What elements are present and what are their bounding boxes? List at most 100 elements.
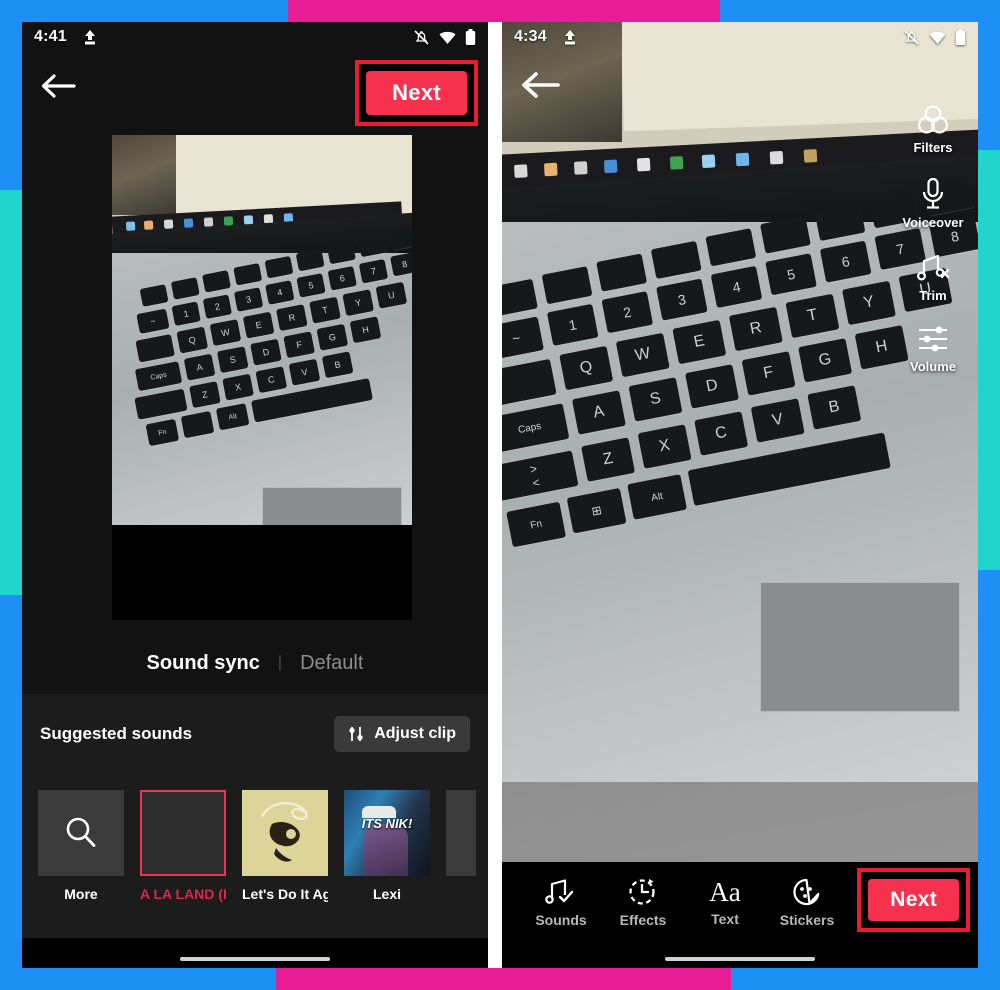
notifications-off-icon xyxy=(413,29,430,46)
sound-item-more[interactable]: More xyxy=(38,790,124,902)
upload-icon xyxy=(83,29,97,45)
frame-stripe-bottom-right xyxy=(731,966,1000,990)
tool-label: Voiceover xyxy=(902,215,964,230)
back-arrow-icon[interactable] xyxy=(38,71,78,101)
laptop-photo: ~ 1 2 3 4 5 6 7 8 Q W E R T Y U Caps A S… xyxy=(112,135,412,525)
microphone-icon xyxy=(918,177,948,211)
upload-icon xyxy=(563,29,577,45)
sound-item-lets-do-it-again[interactable]: Let's Do It Ag xyxy=(242,790,328,902)
frame-stripe-left-top xyxy=(0,0,22,190)
tab-separator: | xyxy=(277,654,283,671)
sound-thumb[interactable]: ITS NIK! xyxy=(344,790,430,876)
frame-stripe-top-right xyxy=(720,0,1000,22)
panel-header: Suggested sounds Adjust clip xyxy=(22,716,488,752)
bottom-tool-sounds[interactable]: Sounds xyxy=(520,877,602,928)
frame-stripe-right-top xyxy=(978,0,1000,150)
bottom-tool-effects[interactable]: Effects xyxy=(602,877,684,928)
tool-volume[interactable]: Volume xyxy=(910,325,956,374)
back-arrow-icon[interactable] xyxy=(518,69,562,101)
album-art-text: ITS NIK! xyxy=(361,816,413,831)
sound-thumb[interactable] xyxy=(140,790,226,876)
suggested-sounds-row: More A LA LAND (I Let's Do It Ag ITS NIK… xyxy=(38,790,476,902)
tool-label: Volume xyxy=(910,359,956,374)
bottom-tool-label: Sounds xyxy=(535,911,587,928)
tool-trim[interactable]: Trim xyxy=(916,252,950,303)
right-status-bar: 4:34 xyxy=(502,22,978,52)
left-video-preview[interactable]: ~ 1 2 3 4 5 6 7 8 Q W E R T Y U Caps A S… xyxy=(112,135,412,525)
photo-shelf xyxy=(112,135,176,215)
tool-filters[interactable]: Filters xyxy=(913,104,953,155)
left-phone-screen: 4:41 Next ~ 1 2 3 4 5 6 7 8 Q W E R T Y … xyxy=(22,22,488,968)
frame-stripe-top-left xyxy=(0,0,288,22)
right-bottom-toolbar: Sounds Effects Aa Text Stickers Next xyxy=(502,862,978,942)
sound-label: A LA LAND (I xyxy=(140,886,226,902)
effects-clock-icon xyxy=(627,877,659,907)
next-button[interactable]: Next xyxy=(366,71,467,115)
album-art xyxy=(242,790,328,876)
left-sound-mode-tabs: Sound sync | Default xyxy=(22,632,488,694)
panel-divider xyxy=(488,22,502,968)
trim-scissors-icon xyxy=(916,252,950,284)
right-navigation-bar xyxy=(502,942,978,968)
suggested-sounds-label: Suggested sounds xyxy=(40,724,193,743)
tool-voiceover[interactable]: Voiceover xyxy=(902,177,964,230)
frame-stripe-top-center xyxy=(288,0,720,22)
sound-thumb[interactable] xyxy=(242,790,328,876)
sound-label: Let's Do It Ag xyxy=(242,886,328,902)
sound-item-lexi[interactable]: ITS NIK! Lexi xyxy=(344,790,430,902)
frame-stripe-bottom-center xyxy=(276,966,731,990)
notifications-off-icon xyxy=(903,29,920,46)
left-navigation-bar xyxy=(22,938,488,968)
sound-label: Lexi xyxy=(372,886,401,902)
suggested-sounds-panel: Suggested sounds Adjust clip More A LA L… xyxy=(22,683,488,968)
screenshot-canvas: 4:41 Next ~ 1 2 3 4 5 6 7 8 Q W E R T Y … xyxy=(22,22,978,968)
adjust-clip-button[interactable]: Adjust clip xyxy=(334,716,470,752)
tab-default[interactable]: Default xyxy=(300,652,363,675)
sound-label: More xyxy=(64,886,98,902)
home-indicator[interactable] xyxy=(665,957,815,961)
wifi-icon xyxy=(928,30,947,45)
frame-stripe-left-middle xyxy=(0,190,22,595)
left-status-bar: 4:41 xyxy=(22,22,488,52)
music-check-icon xyxy=(545,877,577,907)
status-clock: 4:34 xyxy=(514,28,547,45)
sound-thumb[interactable] xyxy=(446,790,476,876)
tool-label: Trim xyxy=(919,288,947,303)
left-next-highlight-box: Next xyxy=(355,60,478,126)
bottom-tool-text[interactable]: Aa Text xyxy=(684,878,766,927)
decorative-frame: 4:41 Next ~ 1 2 3 4 5 6 7 8 Q W E R T Y … xyxy=(0,0,1000,990)
filters-icon xyxy=(916,104,950,136)
frame-stripe-left-bottom xyxy=(0,595,22,990)
search-icon xyxy=(61,813,101,853)
battery-icon xyxy=(955,28,966,46)
album-art: ITS NIK! xyxy=(344,790,430,876)
bottom-tool-label: Text xyxy=(711,910,739,927)
left-video-letterbox xyxy=(112,525,412,620)
tab-sound-sync[interactable]: Sound sync xyxy=(147,652,260,675)
sliders-icon xyxy=(915,325,951,355)
sound-thumb[interactable] xyxy=(38,790,124,876)
frame-stripe-bottom-left xyxy=(0,966,276,990)
text-aa-icon: Aa xyxy=(709,876,741,907)
frame-stripe-right-middle xyxy=(978,150,1000,570)
home-indicator[interactable] xyxy=(180,957,330,961)
right-phone-screen: ~ 1 2 3 4 5 6 7 8 Q W E R T Y U Caps A S… xyxy=(502,22,978,968)
status-clock: 4:41 xyxy=(34,28,67,45)
adjust-clip-label: Adjust clip xyxy=(374,725,456,742)
bottom-tool-stickers[interactable]: Stickers xyxy=(766,877,848,928)
bottom-tool-label: Effects xyxy=(619,911,667,928)
right-next-highlight-box: Next xyxy=(857,868,970,932)
photo-trackpad xyxy=(262,487,402,525)
battery-icon xyxy=(465,28,476,46)
sound-item-partial[interactable] xyxy=(446,790,476,902)
sticker-face-icon xyxy=(791,877,823,907)
sliders-icon xyxy=(348,726,366,742)
wifi-icon xyxy=(438,30,457,45)
tool-label: Filters xyxy=(913,140,953,155)
right-side-toolbar: Filters Voiceover Trim Volume xyxy=(894,104,972,374)
frame-stripe-right-bottom xyxy=(978,570,1000,990)
next-button[interactable]: Next xyxy=(868,879,959,921)
sound-item-a-la-land[interactable]: A LA LAND (I xyxy=(140,790,226,902)
photo-trackpad xyxy=(760,582,960,712)
bottom-tool-label: Stickers xyxy=(779,911,835,928)
